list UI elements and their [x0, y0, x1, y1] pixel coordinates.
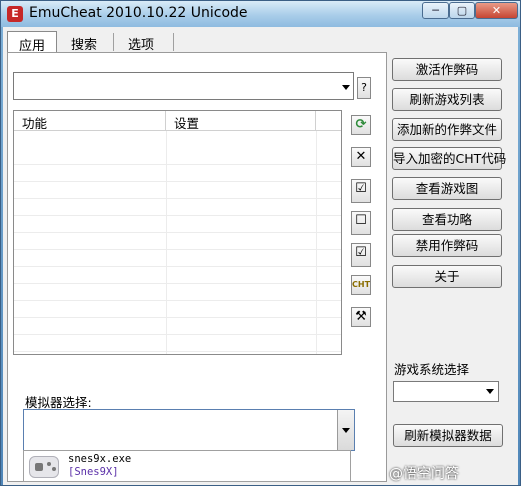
app-logo-icon: E: [7, 6, 23, 22]
table-row: [14, 199, 341, 216]
toggle-check-icon[interactable]: ☑: [351, 243, 371, 267]
app-window: E EmuCheat 2010.10.22 Unicode ─ ▢ ✕ 应用 搜…: [0, 0, 521, 486]
system-select-label: 游戏系统选择: [394, 362, 470, 377]
check-all-icon[interactable]: ☑: [351, 179, 371, 203]
about-button[interactable]: 关于: [392, 265, 502, 288]
emulator-option-exe[interactable]: snes9x.exe: [68, 453, 131, 465]
table-row: [14, 233, 341, 250]
tools-icon[interactable]: ⚒: [351, 307, 371, 327]
table-row: [14, 318, 341, 335]
tab-separator: [113, 33, 114, 51]
table-row: [14, 216, 341, 233]
gamepad-icon: [29, 456, 59, 478]
delete-icon[interactable]: ✕: [351, 147, 371, 167]
table-row: [14, 301, 341, 318]
table-row: [14, 148, 341, 165]
table-row: [14, 182, 341, 199]
disable-cheats-button[interactable]: 禁用作弊码: [392, 234, 502, 257]
tab-options[interactable]: 选项: [115, 31, 167, 53]
table-row: [14, 250, 341, 267]
open-cht-folder-icon[interactable]: CHT: [351, 275, 371, 295]
window-title: EmuCheat 2010.10.22 Unicode: [29, 5, 248, 21]
emulator-select[interactable]: [23, 409, 355, 451]
table-row: [14, 165, 341, 182]
add-cheat-file-button[interactable]: 添加新的作弊文件: [392, 118, 502, 141]
title-bar[interactable]: E EmuCheat 2010.10.22 Unicode ─ ▢ ✕: [1, 1, 520, 27]
view-guide-button[interactable]: 查看功略: [392, 208, 502, 231]
close-button[interactable]: ✕: [475, 2, 518, 19]
emulator-select-button[interactable]: [337, 410, 354, 450]
watermark: @悟空问答: [389, 466, 459, 482]
chevron-down-icon: [342, 428, 350, 433]
activate-cheats-button[interactable]: 激活作弊码: [392, 58, 502, 81]
tab-apply[interactable]: 应用: [7, 31, 57, 54]
button-shape: [47, 462, 51, 466]
refresh-icon[interactable]: ⟳: [351, 115, 371, 135]
table-row: [14, 284, 341, 301]
view-game-image-button[interactable]: 查看游戏图: [392, 177, 502, 200]
refresh-emulator-data-button[interactable]: 刷新模拟器数据: [393, 424, 503, 447]
cheat-list[interactable]: 功能 设置: [13, 110, 342, 355]
tab-search[interactable]: 搜索: [59, 31, 109, 53]
maximize-button[interactable]: ▢: [449, 2, 475, 19]
game-select[interactable]: [13, 72, 354, 100]
dpad-shape: [35, 463, 43, 471]
emulator-option-name[interactable]: [Snes9X]: [68, 466, 119, 478]
uncheck-all-icon[interactable]: ☐: [351, 211, 371, 235]
column-header-filler: [316, 111, 341, 131]
column-header-function[interactable]: 功能: [14, 111, 166, 131]
chevron-down-icon: [342, 85, 350, 90]
tab-separator: [173, 33, 174, 51]
refresh-game-list-button[interactable]: 刷新游戏列表: [392, 88, 502, 111]
client-area: 应用 搜索 选项 ? 功能 设置 ⟳ ✕ ☑ ☐ ☑ CHT ⚒ 激活作弊码 刷…: [3, 27, 518, 485]
column-header-setting[interactable]: 设置: [166, 111, 316, 131]
table-row: [14, 267, 341, 284]
button-shape: [52, 467, 56, 471]
system-select[interactable]: [393, 381, 499, 402]
help-button[interactable]: ?: [357, 77, 371, 99]
import-encrypted-cht-button[interactable]: 导入加密的CHT代码: [392, 147, 506, 170]
emulator-dropdown-list[interactable]: snes9x.exe [Snes9X]: [23, 450, 351, 482]
table-row: [14, 335, 341, 352]
chevron-down-icon: [486, 389, 494, 394]
minimize-button[interactable]: ─: [422, 2, 449, 19]
